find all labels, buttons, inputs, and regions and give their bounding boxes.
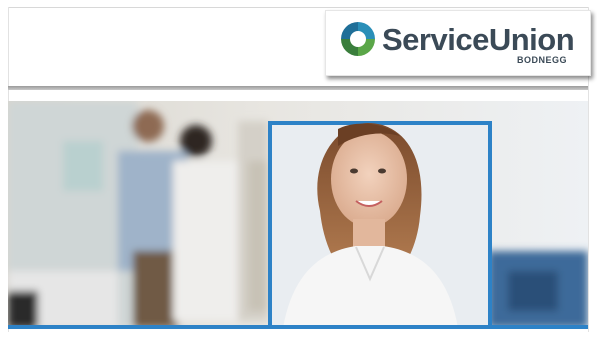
- logo-panel: ServiceUnion BODNEGG: [325, 10, 591, 76]
- header-divider: [8, 86, 588, 90]
- office-woman-image: [8, 101, 588, 328]
- advertisement-page: ServiceUnion BODNEGG: [0, 0, 597, 338]
- service-union-logo-icon: [341, 22, 375, 56]
- border-top: [8, 7, 588, 8]
- brand-name: ServiceUnion: [382, 22, 575, 57]
- hero-photo: [8, 101, 588, 328]
- accent-bar: [8, 325, 588, 329]
- brand-location: BODNEGG: [517, 55, 568, 65]
